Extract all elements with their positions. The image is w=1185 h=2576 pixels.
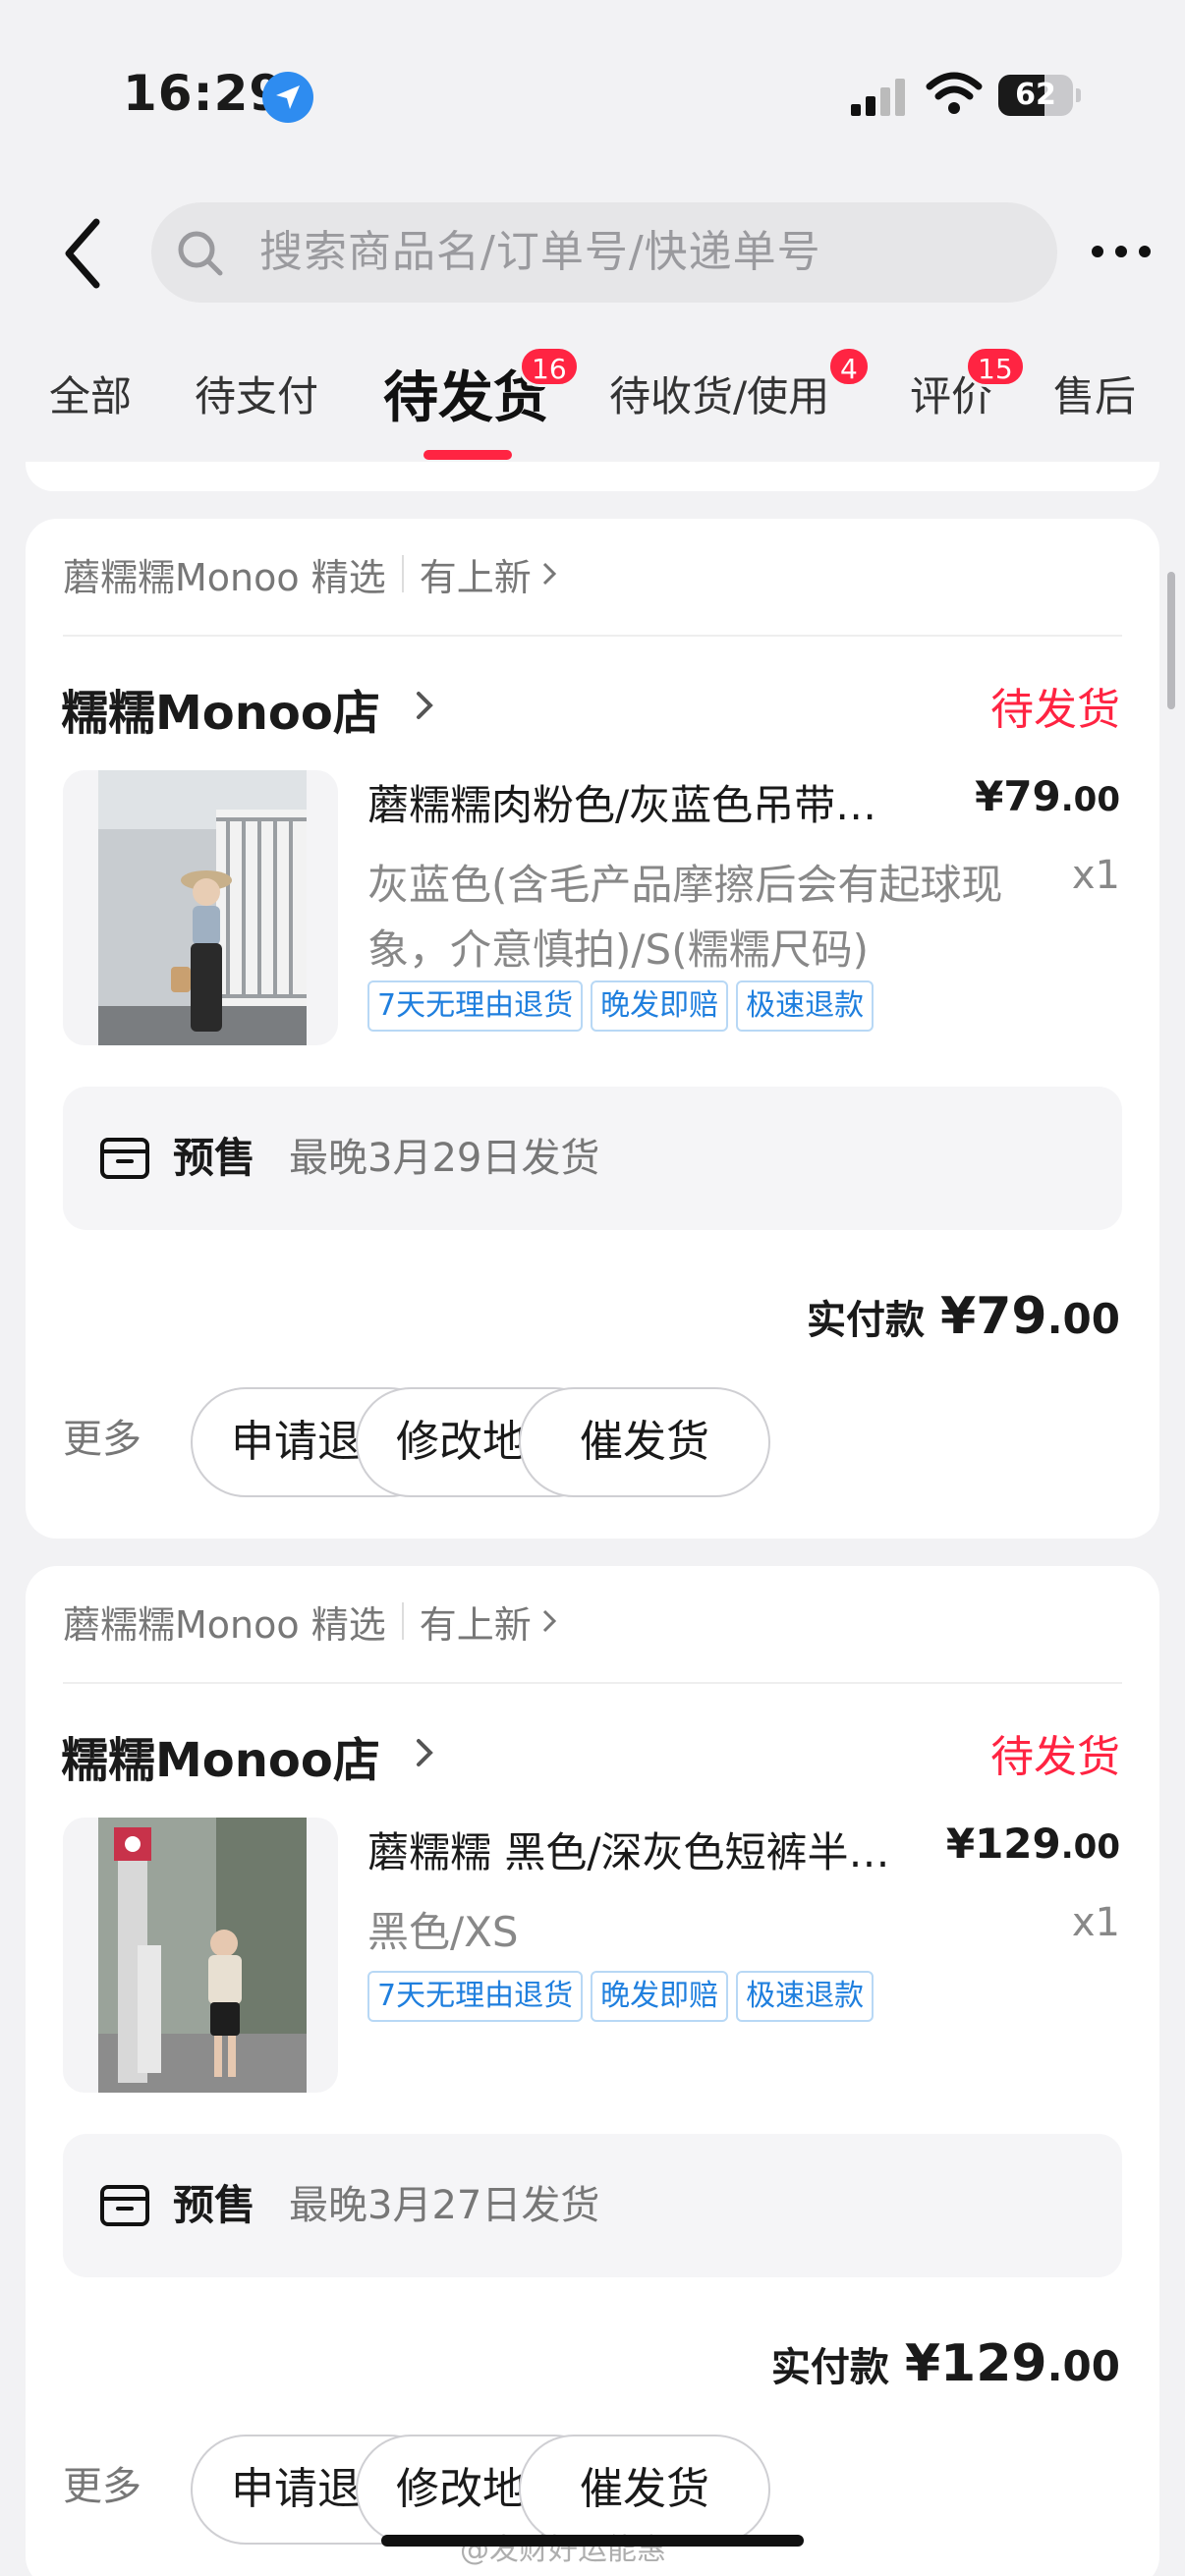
paid-amount: 实付款 ¥79.00: [807, 1287, 1120, 1346]
tab-after-sales[interactable]: 售后: [1053, 364, 1136, 423]
urge-shipping-button[interactable]: 催发货: [519, 1387, 770, 1497]
product-qty: x1: [1071, 1900, 1120, 1945]
product-photo: [98, 770, 307, 1045]
product-image[interactable]: [63, 1818, 338, 2093]
tab-all[interactable]: 全部: [49, 364, 132, 423]
shop-name[interactable]: 糯糯Monoo店: [61, 674, 380, 743]
order-card: 蘑糯糯Monoo 精选 有上新 糯糯Monoo店 待发货 蘑糯糯肉粉色/灰蓝色吊…: [26, 519, 1159, 1539]
shop-name[interactable]: 糯糯Monoo店: [61, 1721, 380, 1790]
order-source-name: 蘑糯糯Monoo 精选: [63, 1602, 386, 1647]
more-actions-link[interactable]: 更多: [63, 2454, 141, 2511]
tab-pending-receipt[interactable]: 待收货/使用: [609, 364, 829, 423]
product-spec: 灰蓝色(含毛产品摩擦后会有起球现象，介意慎拍)/S(糯糯尺码): [367, 861, 1003, 974]
battery-percent: 62: [1015, 78, 1056, 112]
product-spec: 黑色/XS: [367, 1908, 519, 1956]
service-tags: 7天无理由退货 晚发即赔 极速退款: [367, 1971, 875, 2022]
order-status: 待发货: [990, 1732, 1120, 1782]
order-source-name: 蘑糯糯Monoo 精选: [63, 555, 386, 599]
status-time: 16:29: [123, 65, 285, 122]
watermark: @发财好运能惠: [460, 2533, 666, 2567]
search-placeholder: 搜索商品名/订单号/快递单号: [259, 227, 821, 277]
paid-amount: 实付款 ¥129.00: [770, 2334, 1120, 2393]
presale-label: 预售: [173, 1134, 256, 1182]
more-icon[interactable]: [1089, 236, 1154, 267]
order-source[interactable]: 蘑糯糯Monoo 精选 有上新: [63, 1596, 559, 1647]
back-icon[interactable]: [59, 214, 108, 293]
tag-fast-refund: 极速退款: [736, 1971, 875, 2022]
search-input[interactable]: 搜索商品名/订单号/快递单号: [151, 202, 1057, 303]
wifi-icon: [926, 72, 983, 114]
presale-box-icon: [100, 2185, 149, 2226]
more-actions-link[interactable]: 更多: [63, 1407, 141, 1464]
order-source-link[interactable]: 有上新: [420, 1595, 532, 1649]
order-source-link[interactable]: 有上新: [420, 547, 532, 601]
active-tab-indicator: [423, 450, 512, 460]
tab-pending-payment[interactable]: 待支付: [195, 364, 318, 423]
signal-icon: [851, 79, 905, 116]
order-source[interactable]: 蘑糯糯Monoo 精选 有上新: [63, 548, 559, 599]
service-tags: 7天无理由退货 晚发即赔 极速退款: [367, 980, 875, 1032]
chevron-right-icon: [542, 562, 556, 586]
presale-info: 预售 最晚3月27日发货: [63, 2134, 1122, 2277]
tag-late-shipping-compensation: 晚发即赔: [591, 1971, 729, 2022]
product-photo: [98, 1818, 307, 2093]
product-title[interactable]: 蘑糯糯 黑色/深灰色短裤半身裙: [367, 1820, 918, 1879]
product-qty: x1: [1071, 853, 1120, 898]
previous-order-card: [26, 462, 1159, 491]
battery-icon: 62: [998, 75, 1081, 116]
location-arrow-icon: [262, 72, 313, 123]
order-status: 待发货: [990, 685, 1120, 735]
search-icon: [178, 231, 223, 276]
tag-7day-return: 7天无理由退货: [367, 980, 584, 1032]
presale-label: 预售: [173, 2181, 256, 2229]
chevron-right-icon[interactable]: [413, 686, 436, 725]
scrollbar[interactable]: [1167, 572, 1175, 709]
presale-box-icon: [100, 1138, 149, 1179]
tag-7day-return: 7天无理由退货: [367, 1971, 584, 2022]
product-title[interactable]: 蘑糯糯肉粉色/灰蓝色吊带背心: [367, 772, 918, 832]
presale-deadline: 最晚3月29日发货: [289, 1136, 600, 1181]
tab-badge-pending-shipment: 16: [519, 346, 580, 387]
home-indicator[interactable]: [381, 2535, 804, 2547]
status-bar: 16:29 62: [0, 0, 1185, 167]
presale-deadline: 最晚3月27日发货: [289, 2183, 600, 2228]
chevron-right-icon: [542, 1609, 556, 1633]
tag-fast-refund: 极速退款: [736, 980, 875, 1032]
tab-badge-review: 15: [965, 346, 1026, 387]
tag-late-shipping-compensation: 晚发即赔: [591, 980, 729, 1032]
order-tabs: 全部 待支付 待发货 16 待收货/使用 4 评价 15 售后: [0, 324, 1185, 472]
product-price: ¥79.00: [975, 772, 1120, 820]
presale-info: 预售 最晚3月29日发货: [63, 1087, 1122, 1230]
tab-badge-pending-receipt: 4: [827, 346, 871, 387]
product-image[interactable]: [63, 770, 338, 1045]
product-price: ¥129.00: [945, 1820, 1120, 1868]
chevron-right-icon[interactable]: [413, 1733, 436, 1772]
order-card: 蘑糯糯Monoo 精选 有上新 糯糯Monoo店 待发货 蘑糯糯 黑色/深灰色短…: [26, 1566, 1159, 2576]
